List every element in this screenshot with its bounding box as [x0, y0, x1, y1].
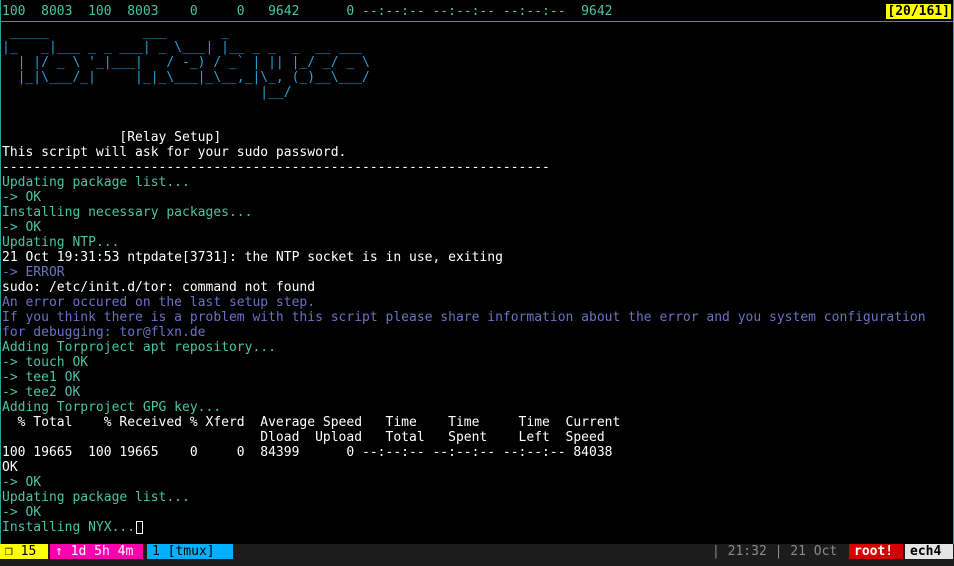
terminal-line: Dload Upload Total Spent Left Speed	[2, 430, 605, 445]
hostname-indicator: ech4	[905, 544, 953, 559]
terminal-line: [Relay Setup]	[2, 130, 222, 145]
banner-line: |__/	[2, 85, 292, 100]
terminal-line: -> OK	[2, 475, 42, 490]
terminal-line: If you think there is a problem with thi…	[2, 310, 926, 325]
terminal-line: Updating package list...	[2, 490, 190, 505]
session-count[interactable]: ❒ 15	[0, 544, 48, 559]
terminal-line: -> OK	[2, 220, 42, 235]
terminal-line: -> tee1 OK	[2, 370, 81, 385]
terminal-line: sudo: /etc/init.d/tor: command not found	[2, 280, 316, 295]
uptime-indicator: ↑ 1d 5h 4m	[50, 544, 143, 559]
terminal-line: Adding Torproject apt repository...	[2, 340, 276, 355]
terminal-line: -> OK	[2, 190, 42, 205]
terminal-line: This script will ask for your sudo passw…	[2, 145, 347, 160]
terminal-line: -> ERROR	[2, 265, 65, 280]
terminal-line: Updating package list...	[2, 175, 190, 190]
terminal-line: ----------------------------------------…	[2, 160, 550, 175]
terminal-line: An error occured on the last setup step.	[2, 295, 316, 310]
session-count-label: ❒ 15	[5, 544, 37, 559]
terminal-pane[interactable]: 100 8003 100 8003 0 0 9642 0 --:--:-- --…	[0, 0, 954, 544]
banner-line: _____ ___ _	[2, 25, 229, 40]
prompt-text: Installing NYX...	[2, 520, 136, 535]
terminal-line: 21 Oct 19:31:53 ntpdate[3731]: the NTP s…	[2, 250, 503, 265]
pane-scroll-indicator: [20/161]	[886, 4, 951, 19]
terminal-line: -> OK	[2, 505, 42, 520]
window-tab-label: 1 [tmux]	[152, 544, 215, 559]
terminal-line: -> tee2 OK	[2, 385, 81, 400]
terminal-line: 100 19665 100 19665 0 0 84399 0 --:--:--…	[2, 445, 613, 460]
root-indicator: root!	[849, 544, 903, 559]
tmux-status-bar: ❒ 15 ↑ 1d 5h 4m 1 [tmux] | 21:32 | 21 Oc…	[0, 544, 954, 566]
root-label: root!	[854, 544, 894, 559]
terminal-output: _____ ___ _ |_ _|___ _ _ ___| _ \___| |_…	[2, 25, 952, 535]
banner-line: | |/ _ \ '_|___| / -_) / _` | || |_/ _/ …	[2, 55, 370, 70]
terminal-line: -> touch OK	[2, 355, 89, 370]
terminal-line: Adding Torproject GPG key...	[2, 400, 222, 415]
terminal-line: OK	[2, 460, 18, 475]
pane-divider	[1, 21, 954, 22]
window-tab-tmux[interactable]: 1 [tmux]	[147, 544, 233, 559]
uptime-label: ↑ 1d 5h 4m	[55, 544, 134, 559]
curl-progress-line: 100 8003 100 8003 0 0 9642 0 --:--:-- --…	[2, 4, 613, 19]
output-lines: [Relay Setup] This script will ask for yo…	[2, 100, 952, 520]
clock-date: | 21:32 | 21 Oct	[712, 544, 838, 559]
prompt-line[interactable]: Installing NYX...	[2, 520, 952, 535]
terminal-cursor	[136, 521, 144, 534]
banner-line: |_|\___/_| |_|_\___|_\__,_|\_, (_)__\___…	[2, 70, 370, 85]
terminal-line: % Total % Received % Xferd Average Speed…	[2, 415, 621, 430]
banner-line: |_ _|___ _ _ ___| _ \___| |__ _ _ _ __ _…	[2, 40, 363, 55]
hostname-label: ech4	[910, 544, 942, 559]
terminal-line: for debugging: tor@flxn.de	[2, 325, 206, 340]
terminal-line: Updating NTP...	[2, 235, 120, 250]
terminal-line: Installing necessary packages...	[2, 205, 253, 220]
